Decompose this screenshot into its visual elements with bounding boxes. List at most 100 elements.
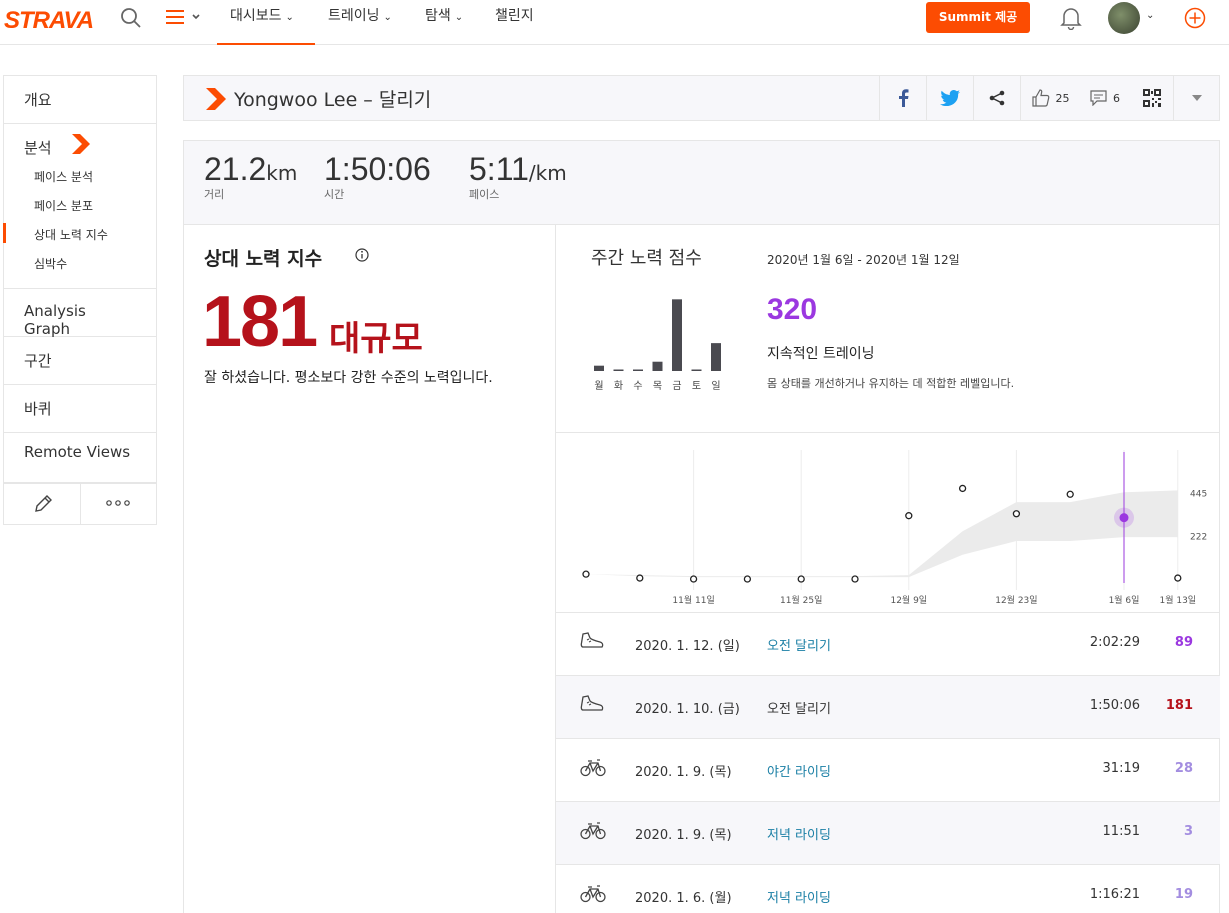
effort-range-band [586,490,1178,578]
activity-effort-score: 19 [1174,887,1193,902]
relative-effort-message: 잘 하셨습니다. 평소보다 강한 수준의 노력입니다. [204,370,493,386]
weekly-bar-6 [711,343,721,371]
thumbs-up-icon [1031,89,1049,107]
qr-code-button[interactable] [1130,76,1173,120]
weekly-date-range: 2020년 1월 6일 - 2020년 1월 12일 [767,253,960,267]
activity-header: Yongwoo Lee – 달리기 25 6 [183,75,1220,121]
sidebar-analysis-graph[interactable]: Analysis Graph [3,289,157,338]
info-icon[interactable] [355,248,369,262]
weekly-bar-4 [672,299,682,371]
data-point[interactable] [958,484,967,493]
caret-down-icon [1191,95,1202,101]
activity-name-link[interactable]: 저녁 라이딩 [767,824,831,843]
activity-name-link[interactable]: 야간 라이딩 [767,761,831,780]
weekly-trend-chart[interactable]: 11월 11일 11월 25일 12월 9일 12월 23일 1월 6일 1월 13일 44… [556,450,1220,612]
weekly-bar-label-6: 일 [711,380,720,392]
sidebar-item-remote-views[interactable]: Remote Views [4,433,156,480]
activity-date: 2020. 1. 6. (월) [635,891,732,906]
table-row[interactable]: 2020. 1. 6. (월) 저녁 라이딩 1:16:21 19 [556,865,1220,913]
weekly-effort-panel: 주간 노력 점수 월화수목금토일 2020년 1월 6일 - 2020년 1월 … [556,225,1220,913]
add-plus-icon[interactable] [1183,6,1207,30]
top-nav: STRAVA 대시보드 ⌄ 트레이닝 ⌄ 탐색 ⌄ 챌린지 Summit 제공 ⌄ [0,0,1229,45]
run-shoe-icon [580,695,604,711]
data-point[interactable] [636,574,644,582]
weekly-bar-label-2: 수 [633,380,642,392]
data-point[interactable] [1012,510,1021,518]
data-point[interactable] [689,575,698,583]
data-point[interactable] [743,575,752,583]
activity-name: 오전 달리기 [767,702,831,717]
nav-explore[interactable]: 탐색 ⌄ [425,0,463,45]
relative-effort-level: 대규모 [329,319,423,359]
sidebar-sub-relative-effort[interactable]: 상대 노력 지수 [3,220,156,249]
data-point[interactable] [905,512,913,520]
sidebar: 개요 분석 페이스 분석 페이스 분포 상대 노력 지수 심박수 Analysi… [3,75,157,483]
sidebar-item-analysis-graph[interactable]: Analysis Graph [4,289,156,338]
stat-distance-unit: km [266,161,298,185]
activity-name-link[interactable]: 저녁 라이딩 [767,887,831,906]
strava-logo[interactable]: STRAVA [4,7,94,35]
stat-pace: 5:11/km 페이스 [469,151,567,202]
chevron-down-icon[interactable]: ⌄ [1146,10,1154,21]
nav-challenges[interactable]: 챌린지 [495,0,534,45]
facebook-share-button[interactable] [879,76,926,120]
sidebar-overview[interactable]: 개요 [3,75,157,124]
nav-training-label: 트레이닝 [328,8,380,24]
nav-dashboard[interactable]: 대시보드 ⌄ [217,0,315,45]
relative-effort-title: 상대 노력 지수 [204,248,323,270]
table-row[interactable]: 2020. 1. 9. (목) 저녁 라이딩 11:51 3 [556,802,1220,865]
x-tick-label: 1월 13일 [1159,594,1196,606]
data-point[interactable] [797,575,805,583]
sidebar-item-analysis[interactable]: 분석 [4,124,156,162]
stat-distance-label: 거리 [204,188,225,201]
summit-button[interactable]: Summit 제공 [926,2,1030,33]
weekly-bar-2 [633,369,643,371]
weekly-bar-label-0: 월 [594,380,603,392]
activity-date: 2020. 1. 9. (목) [635,828,732,843]
weekly-bar-label-1: 화 [614,380,623,392]
data-point[interactable] [1174,574,1182,582]
data-point[interactable] [582,570,590,578]
hamburger-menu-icon[interactable] [166,9,200,31]
kudos-button[interactable]: 25 [1020,76,1080,120]
bike-icon [580,885,606,903]
x-tick-label: 1월 6일 [1109,594,1140,606]
stat-pace-label: 페이스 [469,188,500,201]
sidebar-laps[interactable]: 바퀴 [3,385,157,433]
sidebar-sub-pace-analysis[interactable]: 페이스 분석 [4,162,156,191]
y-tick-label: 445 [1190,489,1207,499]
data-point[interactable] [851,575,859,583]
sidebar-item-segments[interactable]: 구간 [4,337,156,384]
comments-button[interactable]: 6 [1080,76,1130,120]
table-row[interactable]: 2020. 1. 12. (일) 오전 달리기 2:02:29 89 [556,613,1220,676]
table-row[interactable]: 2020. 1. 9. (목) 야간 라이딩 31:19 28 [556,739,1220,802]
x-tick-label: 12월 23일 [995,594,1037,606]
nav-challenges-label: 챌린지 [495,8,534,24]
share-button[interactable] [973,76,1020,120]
activity-effort-score: 181 [1165,698,1193,713]
data-point[interactable] [1066,490,1074,498]
sidebar-segments[interactable]: 구간 [3,337,157,385]
activity-name-link[interactable]: 오전 달리기 [767,635,831,654]
bell-icon[interactable] [1060,6,1082,30]
sidebar-item-laps[interactable]: 바퀴 [4,385,156,432]
data-point-current[interactable] [1119,513,1129,523]
avatar[interactable] [1108,2,1140,34]
comment-icon [1090,90,1107,106]
x-tick-label: 11월 11일 [672,594,714,606]
sidebar-remote-views[interactable]: Remote Views [3,433,157,483]
activity-duration: 1:50:06 [1089,698,1140,713]
twitter-share-button[interactable] [926,76,973,120]
pencil-edit-icon[interactable] [32,493,54,515]
table-row[interactable]: 2020. 1. 10. (금) 오전 달리기 1:50:06 181 [556,676,1220,739]
sidebar-sub-pace-distribution[interactable]: 페이스 분포 [4,191,156,220]
more-options-icon[interactable] [106,498,130,508]
nav-training[interactable]: 트레이닝 ⌄ [328,0,392,45]
sidebar-sub-heart-rate[interactable]: 심박수 [4,249,156,278]
sidebar-item-overview[interactable]: 개요 [4,76,156,123]
kudos-count: 25 [1055,91,1070,105]
weekly-effort-title: 주간 노력 점수 [591,248,702,269]
more-actions-dropdown[interactable] [1173,76,1219,120]
search-icon[interactable] [119,6,143,30]
weekly-bar-5 [691,369,702,371]
